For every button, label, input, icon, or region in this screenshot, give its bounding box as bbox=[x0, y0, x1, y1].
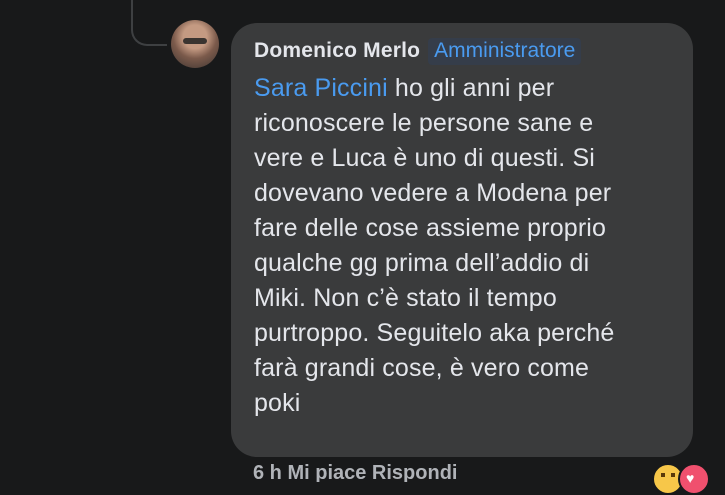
thread-connector bbox=[131, 0, 167, 46]
comment-header: Domenico Merlo Amministratore bbox=[254, 36, 671, 66]
comment-line: vere e Luca è uno di questi. Si bbox=[254, 144, 595, 172]
comment-text: Sara Piccini ho gli anni per riconoscere… bbox=[254, 71, 671, 421]
comment-line: Sara Piccini ho gli anni per bbox=[254, 71, 671, 106]
avatar[interactable] bbox=[171, 20, 219, 68]
admin-badge[interactable]: Amministratore bbox=[428, 37, 582, 65]
comment-line: fare delle cose assieme proprio bbox=[254, 214, 607, 242]
comment-bubble: Domenico Merlo Amministratore Sara Picci… bbox=[231, 23, 693, 457]
comment-line: Miki. Non c’è stato il tempo bbox=[254, 284, 557, 312]
comment-line-text: ho gli anni per bbox=[387, 74, 555, 102]
comment-actions[interactable]: 6 h Mi piace Rispondi bbox=[253, 462, 633, 482]
comment-line: poki bbox=[254, 389, 301, 417]
avatar-detail bbox=[183, 38, 207, 44]
love-icon[interactable]: ♥ bbox=[678, 463, 710, 495]
mention-link[interactable]: Sara Piccini bbox=[254, 74, 388, 102]
comment-line: qualche gg prima dell’addio di bbox=[254, 249, 590, 277]
author-name[interactable]: Domenico Merlo bbox=[254, 39, 420, 63]
haha-eyes bbox=[661, 473, 675, 477]
heart-glyph: ♥ bbox=[686, 470, 695, 486]
comment-line: purtroppo. Seguitelo aka perché bbox=[254, 319, 615, 347]
comment-line: riconoscere le persone sane e bbox=[254, 109, 594, 137]
comment-line: farà grandi cose, è vero come bbox=[254, 354, 590, 382]
comment-line: dovevano vedere a Modena per bbox=[254, 179, 612, 207]
